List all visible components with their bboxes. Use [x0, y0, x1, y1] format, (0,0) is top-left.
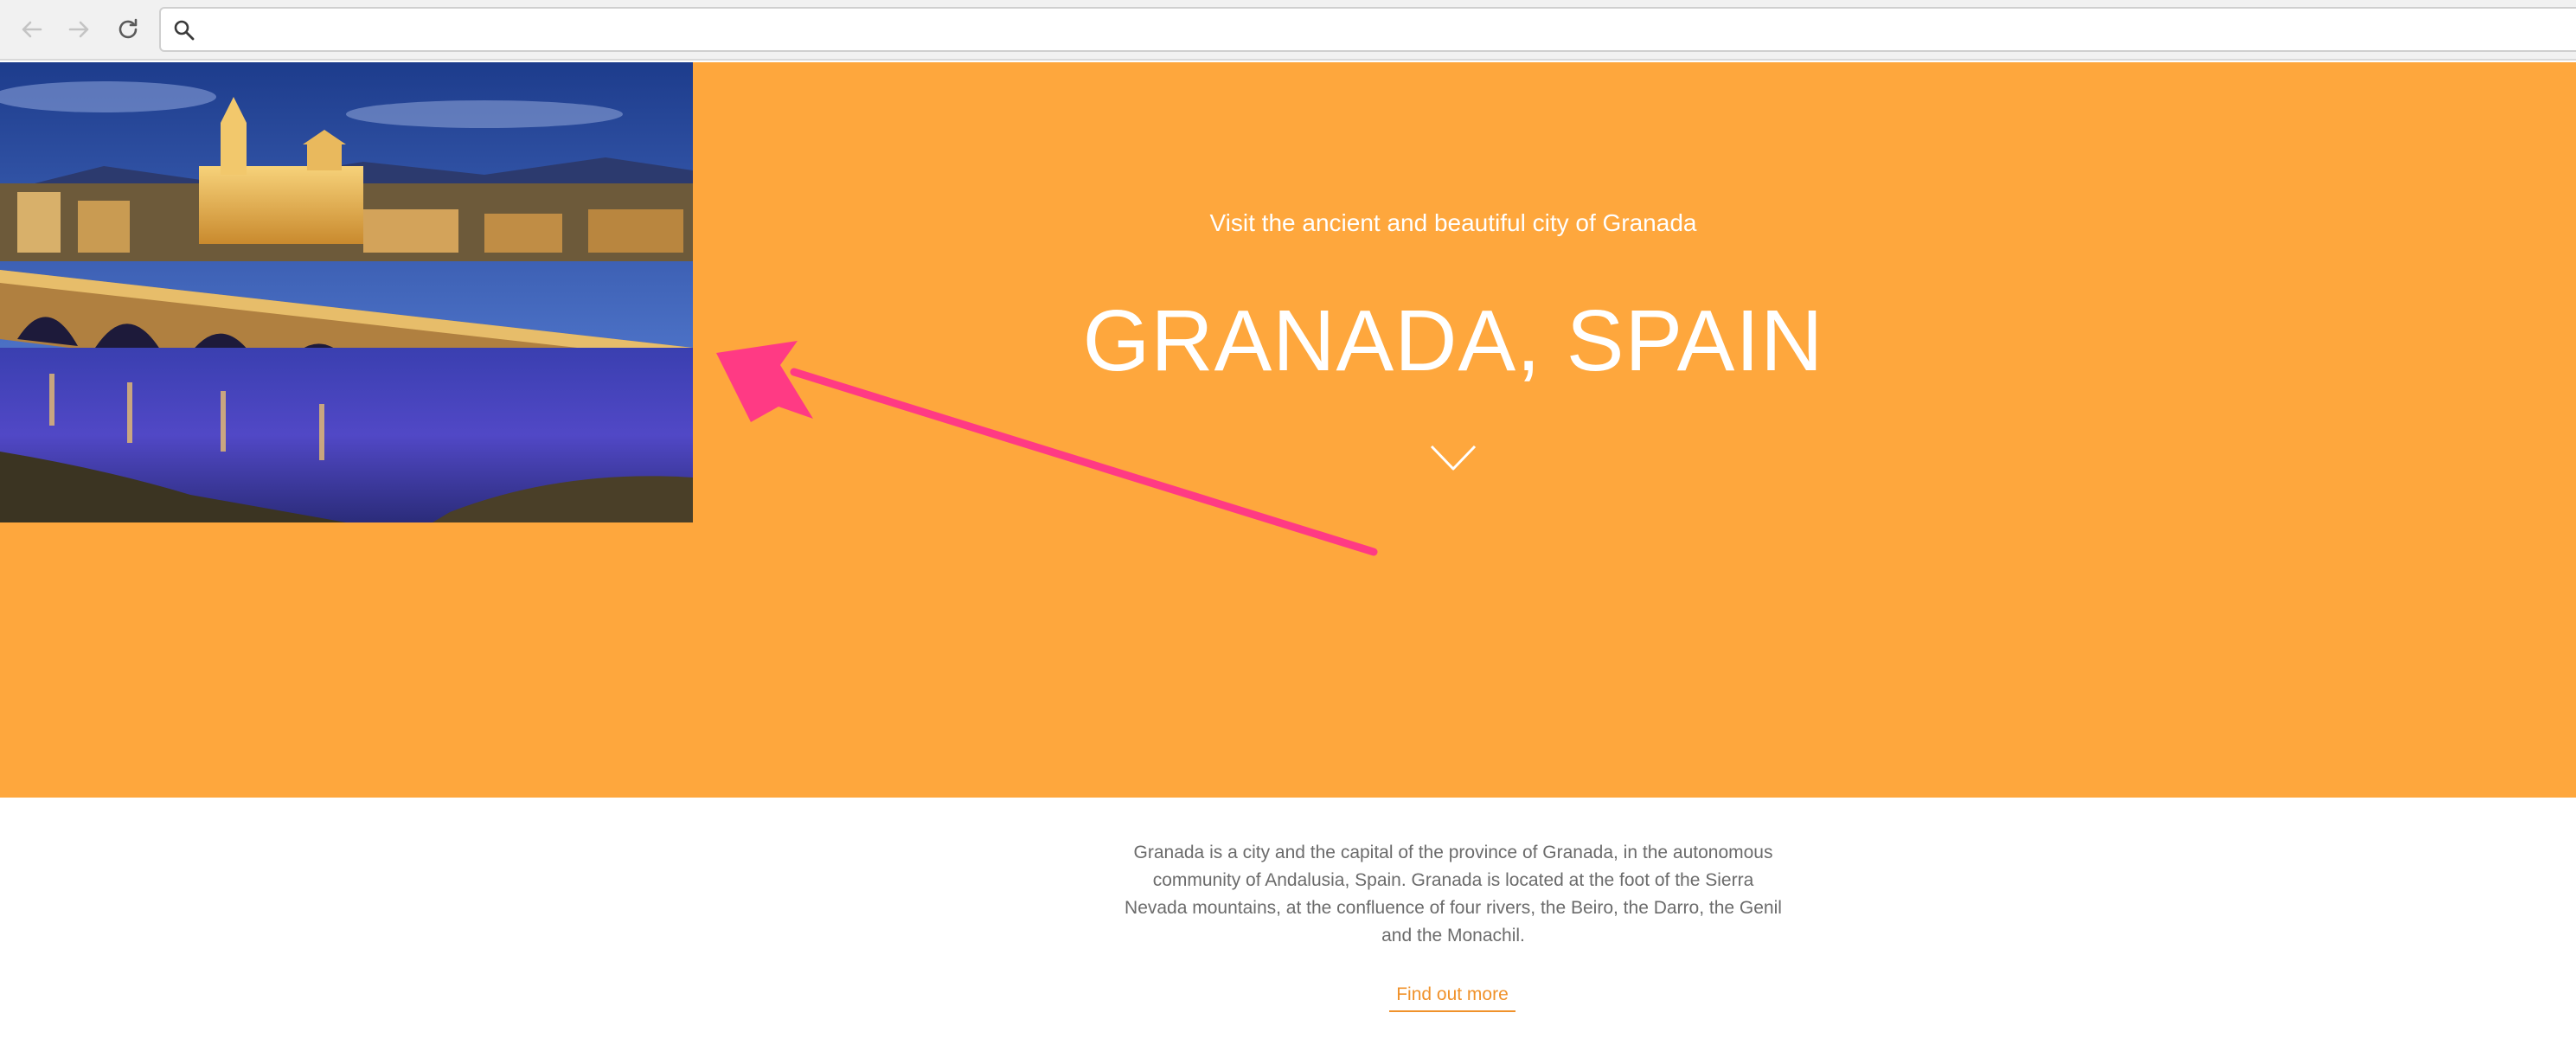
reload-icon — [119, 18, 138, 39]
hero-title: GRANADA, SPAIN — [1082, 292, 1824, 389]
hero-section: Visit the ancient and beautiful city of … — [0, 62, 2576, 798]
hero-subtitle: Visit the ancient and beautiful city of … — [1209, 209, 1697, 236]
intro-paragraph: Granada is a city and the capital of the… — [1125, 843, 1782, 945]
address-bar[interactable] — [159, 7, 2576, 52]
search-icon — [174, 20, 195, 41]
forward-arrow-icon — [68, 21, 89, 38]
forward-button[interactable] — [62, 12, 97, 47]
hero-photo — [0, 62, 693, 522]
browser-toolbar — [0, 0, 2576, 61]
chevron-down-icon — [1430, 445, 1477, 471]
find-out-more-link[interactable]: Find out more — [1389, 984, 1515, 1012]
scroll-down-button[interactable] — [1429, 443, 1477, 474]
address-input[interactable] — [208, 14, 2543, 45]
back-button[interactable] — [14, 12, 48, 47]
reload-button[interactable] — [111, 12, 145, 47]
back-arrow-icon — [22, 21, 42, 38]
